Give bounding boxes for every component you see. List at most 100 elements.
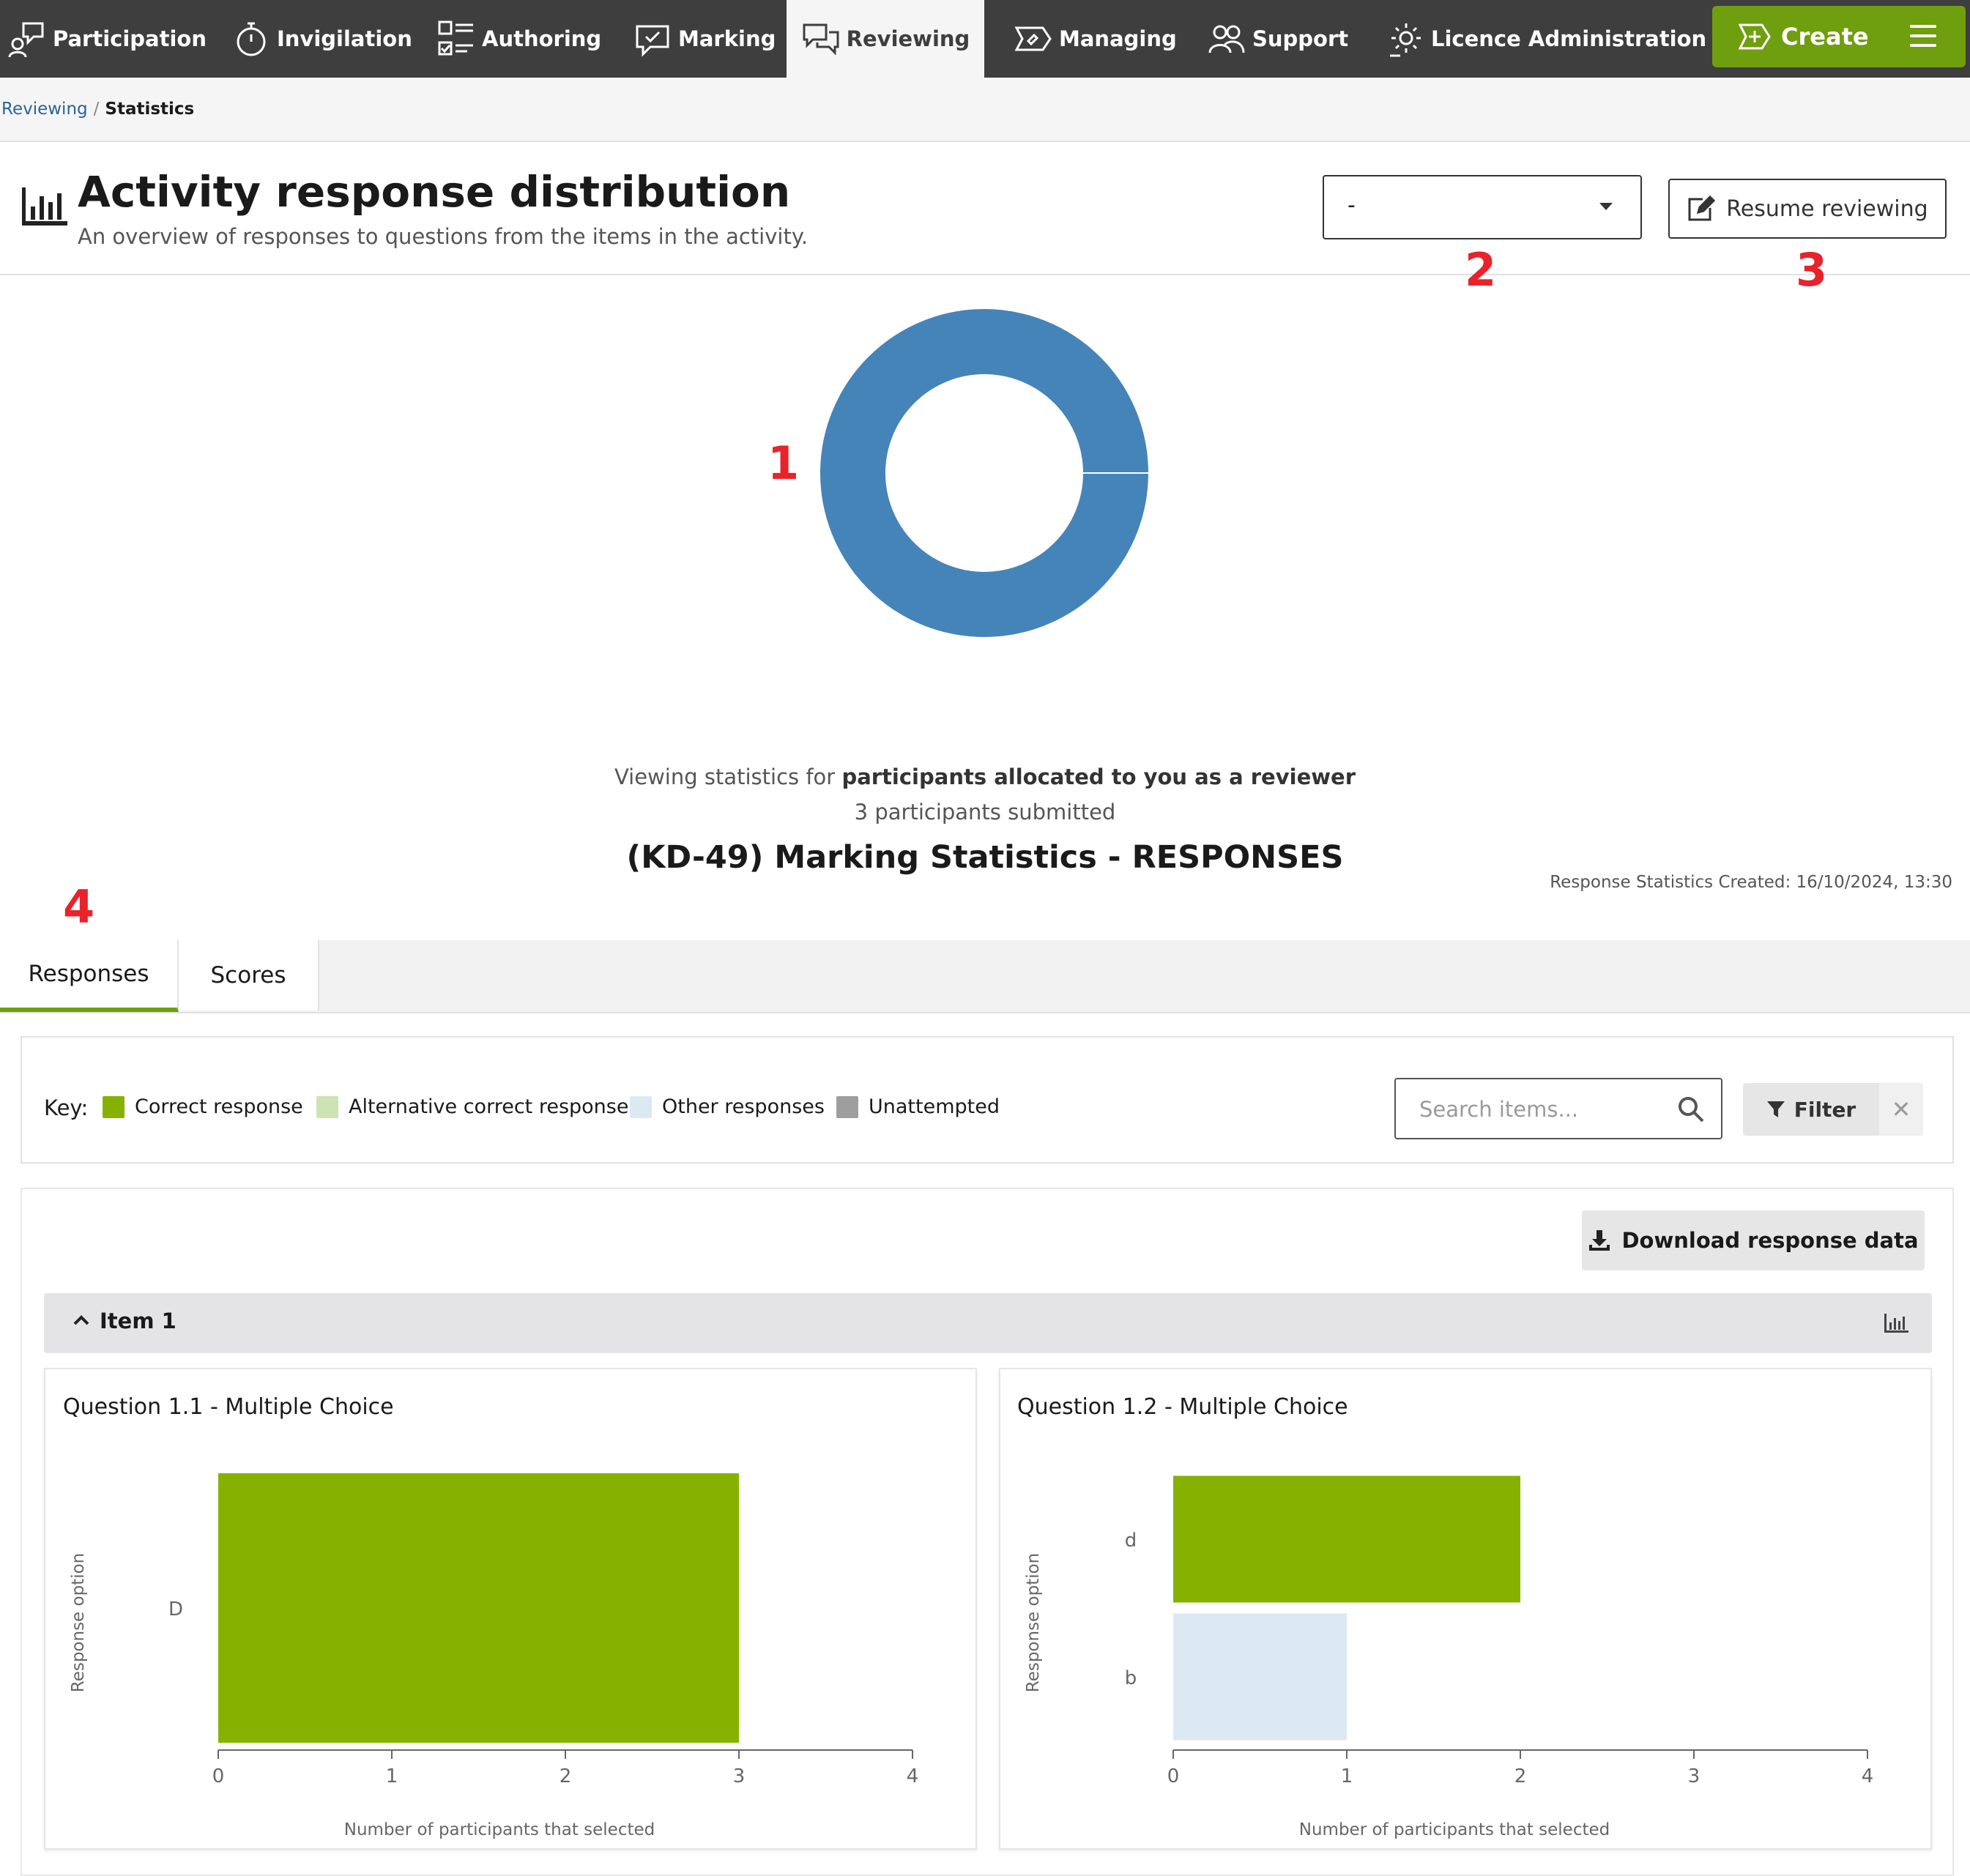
key-label-alternative-correct: Alternative correct response: [349, 1095, 629, 1118]
key-label: Key:: [44, 1095, 89, 1120]
nav-support[interactable]: Support: [1207, 0, 1348, 78]
donut-slice-0: [820, 309, 1148, 637]
page-subtitle: An overview of responses to questions fr…: [78, 224, 809, 249]
participant-select-value: -: [1348, 193, 1356, 218]
x-tick-label: 0: [1167, 1765, 1180, 1787]
nav-authoring[interactable]: Authoring: [436, 0, 601, 78]
breadcrumb-current: Statistics: [105, 100, 195, 119]
download-response-data-button[interactable]: Download response data: [1582, 1210, 1925, 1270]
participant-select[interactable]: -: [1323, 175, 1642, 239]
download-label: Download response data: [1621, 1228, 1919, 1253]
item-statistics-icon[interactable]: [1884, 1314, 1908, 1333]
bar-D: [218, 1473, 739, 1743]
users-icon: [1208, 25, 1245, 53]
search-input[interactable]: [1418, 1093, 1670, 1126]
check-bubble-icon: [636, 25, 669, 57]
x-tick-label: 2: [560, 1765, 572, 1787]
key-swatch-other: [630, 1095, 652, 1118]
key-label-other: Other responses: [662, 1095, 825, 1118]
create-icon: [1739, 23, 1771, 50]
key-label-correct: Correct response: [135, 1095, 303, 1118]
filter-icon: [1766, 1101, 1785, 1117]
nav-participation-label: Participation: [53, 26, 207, 51]
nav-reviewing-label: Reviewing: [846, 26, 970, 51]
x-tick-label: 1: [386, 1765, 398, 1787]
key-item-correct: Correct response: [103, 1095, 303, 1118]
x-tick-label: 3: [1688, 1765, 1700, 1787]
y-axis-title: Response option: [1024, 1553, 1043, 1693]
checklist-icon: [438, 21, 473, 56]
breadcrumb-separator: /: [93, 100, 100, 119]
viewing-statistics-text: Viewing statistics for participants allo…: [0, 764, 1970, 789]
nav-participation[interactable]: Participation: [7, 0, 207, 78]
x-tick-label: 4: [907, 1765, 919, 1787]
tab-scores[interactable]: Scores: [179, 940, 319, 1010]
key-item-alternative-correct: Alternative correct response: [316, 1095, 628, 1118]
search-icon[interactable]: [1677, 1095, 1705, 1123]
response-donut-chart: [820, 309, 1148, 637]
breadcrumb: Reviewing / Statistics: [1, 100, 194, 119]
x-axis-title: Number of participants that selected: [344, 1820, 655, 1839]
participation-icon: [8, 22, 44, 58]
nav-licence-administration[interactable]: Licence Administration: [1386, 0, 1706, 78]
x-tick-label: 3: [733, 1765, 746, 1787]
category-label-d: d: [1125, 1530, 1137, 1552]
edit-icon: [1688, 195, 1716, 221]
breadcrumb-reviewing-link[interactable]: Reviewing: [1, 100, 88, 119]
nav-reviewing[interactable]: Reviewing: [787, 0, 984, 78]
question-title-1-2: Question 1.2 - Multiple Choice: [1017, 1394, 1348, 1420]
clear-filter-button[interactable]: ✕: [1879, 1083, 1923, 1136]
key-item-other: Other responses: [630, 1095, 825, 1118]
nav-invigilation[interactable]: Invigilation: [231, 0, 412, 78]
resume-reviewing-button[interactable]: Resume reviewing: [1668, 179, 1947, 239]
stopwatch-icon: [237, 22, 266, 56]
item-header[interactable]: [44, 1293, 1932, 1353]
x-tick-label: 0: [212, 1765, 225, 1787]
x-tick-label: 2: [1514, 1765, 1527, 1787]
question-1-2-bar-chart: d b 0 1 2 3 4 Number of participants that selec…: [1024, 1475, 1874, 1839]
key-item-unattempted: Unattempted: [836, 1095, 1000, 1118]
nav-managing[interactable]: Managing: [1014, 0, 1177, 78]
filter-label: Filter: [1794, 1097, 1856, 1122]
bar-chart-icon: [22, 187, 67, 226]
viewing-prefix: Viewing statistics for: [614, 764, 842, 789]
x-axis-title: Number of participants that selected: [1299, 1820, 1610, 1839]
key-swatch-unattempted: [836, 1095, 858, 1118]
bar-b: [1173, 1613, 1347, 1741]
annotation-marker-2: 2: [1465, 243, 1497, 297]
question-1-1-bar-chart: D 0 1 2 3 4 Number of participants that select…: [69, 1473, 919, 1839]
x-tick-label: 1: [1341, 1765, 1353, 1787]
key-swatch-correct: [103, 1095, 124, 1118]
nav-marking[interactable]: Marking: [633, 0, 776, 78]
resume-reviewing-label: Resume reviewing: [1726, 196, 1928, 222]
chevron-up-icon[interactable]: [73, 1315, 89, 1325]
x-tick-label: 4: [1862, 1765, 1874, 1787]
item-title: Item 1: [100, 1309, 176, 1333]
menu-icon[interactable]: [1910, 25, 1936, 53]
statistics-created-timestamp: Response Statistics Created: 16/10/2024,…: [1550, 873, 1952, 892]
nav-invigilation-label: Invigilation: [277, 26, 412, 51]
bar-d: [1173, 1475, 1520, 1603]
chat-bubbles-icon: [803, 23, 839, 56]
y-axis-title: Response option: [69, 1553, 88, 1693]
participants-submitted-text: 3 participants submitted: [854, 800, 1116, 825]
nav-support-label: Support: [1252, 26, 1349, 51]
nav-licence-administration-label: Licence Administration: [1431, 26, 1707, 51]
key-swatch-alternative-correct: [316, 1095, 338, 1118]
search-box: [1394, 1078, 1722, 1139]
page-title: Activity response distribution: [78, 167, 791, 217]
gear-icon: [1390, 23, 1421, 57]
create-button-label: Create: [1781, 23, 1869, 51]
tab-responses[interactable]: Responses: [0, 940, 179, 1012]
breadcrumb-bar: [0, 78, 1970, 142]
viewing-scope: participants allocated to you as a revie…: [841, 764, 1356, 789]
filter-button[interactable]: Filter: [1743, 1083, 1879, 1136]
category-label-b: b: [1125, 1667, 1137, 1689]
category-label-D: D: [168, 1598, 183, 1620]
download-icon: [1589, 1230, 1610, 1251]
annotation-marker-1: 1: [767, 436, 800, 490]
annotation-marker-3: 3: [1796, 243, 1828, 297]
create-button[interactable]: Create: [1712, 6, 1966, 67]
header-divider: [0, 274, 1970, 275]
managing-icon: [1014, 26, 1052, 51]
